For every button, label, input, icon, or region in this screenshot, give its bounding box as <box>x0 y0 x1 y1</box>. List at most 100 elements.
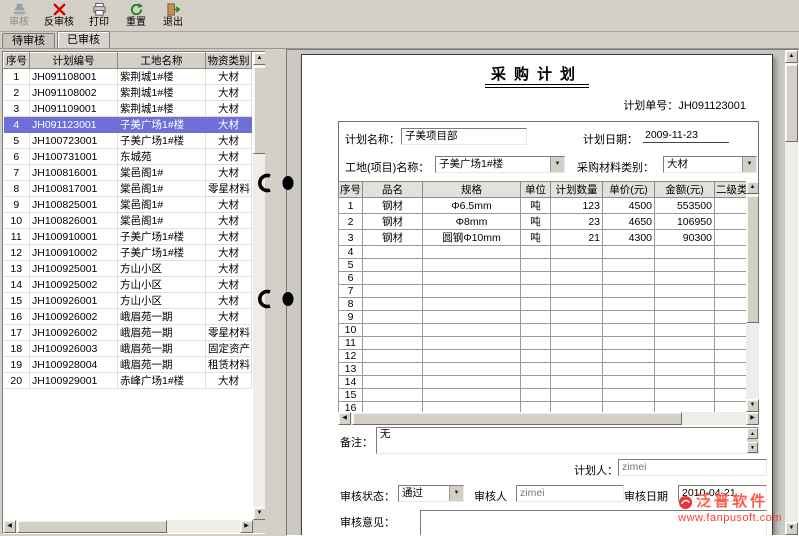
planner-label: 计划人： <box>574 462 618 478</box>
items-table-row[interactable]: 5 <box>339 259 747 272</box>
scroll-down-icon[interactable]: ▼ <box>747 442 758 453</box>
plan-list-row[interactable]: 13JH100925001方山小区大材 <box>4 261 252 277</box>
site-select[interactable]: 子美广场1#楼 ▼ <box>435 156 565 173</box>
items-table-row[interactable]: 14 <box>339 376 747 389</box>
plan-list-row[interactable]: 12JH100910002子美广场1#楼大材 <box>4 245 252 261</box>
items-table-row[interactable]: 16 <box>339 402 747 413</box>
items-hscroll-thumb[interactable] <box>352 412 682 425</box>
title-underline <box>485 87 589 88</box>
chevron-down-icon[interactable]: ▼ <box>742 157 756 172</box>
audit-status-select[interactable]: 通过 ▼ <box>398 485 464 502</box>
scroll-down-icon[interactable]: ▼ <box>785 522 798 535</box>
exit-button-label: 退出 <box>163 17 183 28</box>
material-type-select[interactable]: 大材 ▼ <box>663 156 757 173</box>
document-header-fields: 计划名称： 子美项目部 计划日期： 2009-11-23 工地(项目)名称： 子… <box>338 121 759 183</box>
plan-list-body: 1JH091108001紫荆城1#楼大材2JH091108002紫荆城1#楼大材… <box>4 69 252 389</box>
plan-list-column-header[interactable]: 物资类别 <box>206 53 252 69</box>
reset-button[interactable]: 重置 <box>121 1 151 29</box>
plan-list-row[interactable]: 9JH100825001棠邑阁1#大材 <box>4 197 252 213</box>
plan-list-row[interactable]: 18JH100926003峨眉苑一期固定资产 <box>4 341 252 357</box>
plan-list-header-row: 序号计划编号工地名称物资类别 <box>4 53 252 69</box>
plan-list-row[interactable]: 19JH100928004峨眉苑一期租赁材料 <box>4 357 252 373</box>
site-select-value: 子美广场1#楼 <box>439 157 550 172</box>
items-vscroll-thumb[interactable] <box>746 195 759 323</box>
plan-list-row[interactable]: 7JH100816001棠邑阁1#大材 <box>4 165 252 181</box>
scroll-right-icon[interactable]: ▶ <box>746 412 759 425</box>
plan-list-row[interactable]: 6JH100731001东城苑大材 <box>4 149 252 165</box>
items-table-row[interactable]: 8 <box>339 298 747 311</box>
items-table-row[interactable]: 1钢材Φ6.5mm吨1234500553500 <box>339 198 747 214</box>
stamp-icon <box>12 2 27 17</box>
plan-list-hscrollbar[interactable]: ◀ ▶ <box>3 520 253 533</box>
items-table-row[interactable]: 6 <box>339 272 747 285</box>
plan-list-row[interactable]: 11JH100910001子美广场1#楼大材 <box>4 229 252 245</box>
plan-list-row[interactable]: 2JH091108002紫荆城1#楼大材 <box>4 85 252 101</box>
scroll-down-icon[interactable]: ▼ <box>746 399 759 412</box>
plan-list-table: 序号计划编号工地名称物资类别 1JH091108001紫荆城1#楼大材2JH09… <box>3 52 252 389</box>
chevron-down-icon[interactable]: ▼ <box>550 157 564 172</box>
material-type-select-value: 大材 <box>667 157 742 172</box>
print-button[interactable]: 打印 <box>84 1 114 29</box>
items-table-row[interactable]: 4 <box>339 246 747 259</box>
remark-scrollbar[interactable]: ▲ ▼ <box>747 428 758 453</box>
audit-opinion-label: 审核意见： <box>340 514 395 530</box>
plan-list-column-header[interactable]: 序号 <box>4 53 30 69</box>
doc-table: 序号品名规格单位计划数量单价(元)金额(元)二级类别1钢材Φ6.5mm吨1234… <box>338 181 747 412</box>
scroll-up-icon[interactable]: ▲ <box>746 181 759 194</box>
vendor-url: www.fanpusoft.com <box>678 510 782 526</box>
items-table-row[interactable]: 9 <box>339 311 747 324</box>
title-underline <box>485 84 589 85</box>
document-vscroll-thumb[interactable] <box>785 64 798 142</box>
plan-date-field[interactable]: 2009-11-23 <box>643 129 729 143</box>
plan-name-input[interactable]: 子美项目部 <box>401 128 527 145</box>
scroll-up-icon[interactable]: ▲ <box>785 50 798 63</box>
items-table-row[interactable]: 13 <box>339 363 747 376</box>
items-table-row[interactable]: 3钢材圆钢Φ10mm吨21430090300 <box>339 230 747 246</box>
plan-list-row[interactable]: 5JH100723001子美广场1#楼大材 <box>4 133 252 149</box>
vendor-name: 泛普软件 <box>696 494 768 510</box>
vendor-logo-icon <box>678 495 693 510</box>
plan-list-hscroll-thumb[interactable] <box>17 520 167 533</box>
plan-list-row[interactable]: 14JH100925002方山小区大材 <box>4 277 252 293</box>
plan-list-row[interactable]: 17JH100926002峨眉苑一期零星材料 <box>4 325 252 341</box>
plan-number-value: JH091123001 <box>678 100 746 112</box>
auditor-input[interactable]: zimei <box>516 485 624 502</box>
tab-audited[interactable]: 已审核 <box>57 31 110 48</box>
items-table-row[interactable]: 2钢材Φ8mm吨234650106950 <box>339 214 747 230</box>
unaudit-button[interactable]: 反审核 <box>41 1 77 29</box>
plan-list-row[interactable]: 1JH091108001紫荆城1#楼大材 <box>4 69 252 85</box>
scroll-left-icon[interactable]: ◀ <box>338 412 351 425</box>
scroll-left-icon[interactable]: ◀ <box>3 520 16 533</box>
plan-list-row[interactable]: 16JH100926002峨眉苑一期大材 <box>4 309 252 325</box>
binder-clip-icon <box>256 172 302 194</box>
plan-list-row[interactable]: 20JH100929001赤峰广场1#楼大材 <box>4 373 252 389</box>
material-type-label: 采购材料类别： <box>577 159 654 175</box>
items-table-row[interactable]: 15 <box>339 389 747 402</box>
chevron-down-icon[interactable]: ▼ <box>449 486 463 501</box>
tab-pending-audit[interactable]: 待审核 <box>2 33 55 48</box>
items-hscrollbar[interactable]: ◀ ▶ <box>338 412 759 425</box>
items-table-row[interactable]: 7 <box>339 285 747 298</box>
document-vscrollbar[interactable]: ▲ ▼ <box>785 50 798 535</box>
exit-icon <box>166 2 181 17</box>
plan-list-column-header[interactable]: 工地名称 <box>118 53 206 69</box>
scroll-right-icon[interactable]: ▶ <box>240 520 253 533</box>
scroll-up-icon[interactable]: ▲ <box>747 428 758 439</box>
planner-input[interactable]: zimei <box>618 459 767 476</box>
plan-list-row[interactable]: 3JH091109001紫荆城1#楼大材 <box>4 101 252 117</box>
plan-list-column-header[interactable]: 计划编号 <box>30 53 118 69</box>
remark-box[interactable]: 无 ▲ ▼ <box>376 427 759 454</box>
items-table-row[interactable]: 12 <box>339 350 747 363</box>
audit-button[interactable]: 审核 <box>4 1 34 29</box>
items-table-row[interactable]: 11 <box>339 337 747 350</box>
plan-list-row[interactable]: 8JH100817001棠邑阁1#零星材料 <box>4 181 252 197</box>
remark-input[interactable]: 无 <box>376 427 759 454</box>
plan-list-row[interactable]: 10JH100826001棠邑阁1#大材 <box>4 213 252 229</box>
plan-list-row[interactable]: 4JH091123001子美广场1#楼大材 <box>4 117 252 133</box>
items-table-row[interactable]: 10 <box>339 324 747 337</box>
items-vscrollbar[interactable]: ▲ ▼ <box>746 181 759 412</box>
plan-list-row[interactable]: 15JH100926001方山小区大材 <box>4 293 252 309</box>
document-panel: 采购计划 计划单号：JH091123001 计划名称： 子美项目部 计划日期： … <box>286 49 799 536</box>
exit-button[interactable]: 退出 <box>158 1 188 29</box>
plan-name-label: 计划名称： <box>345 131 400 147</box>
